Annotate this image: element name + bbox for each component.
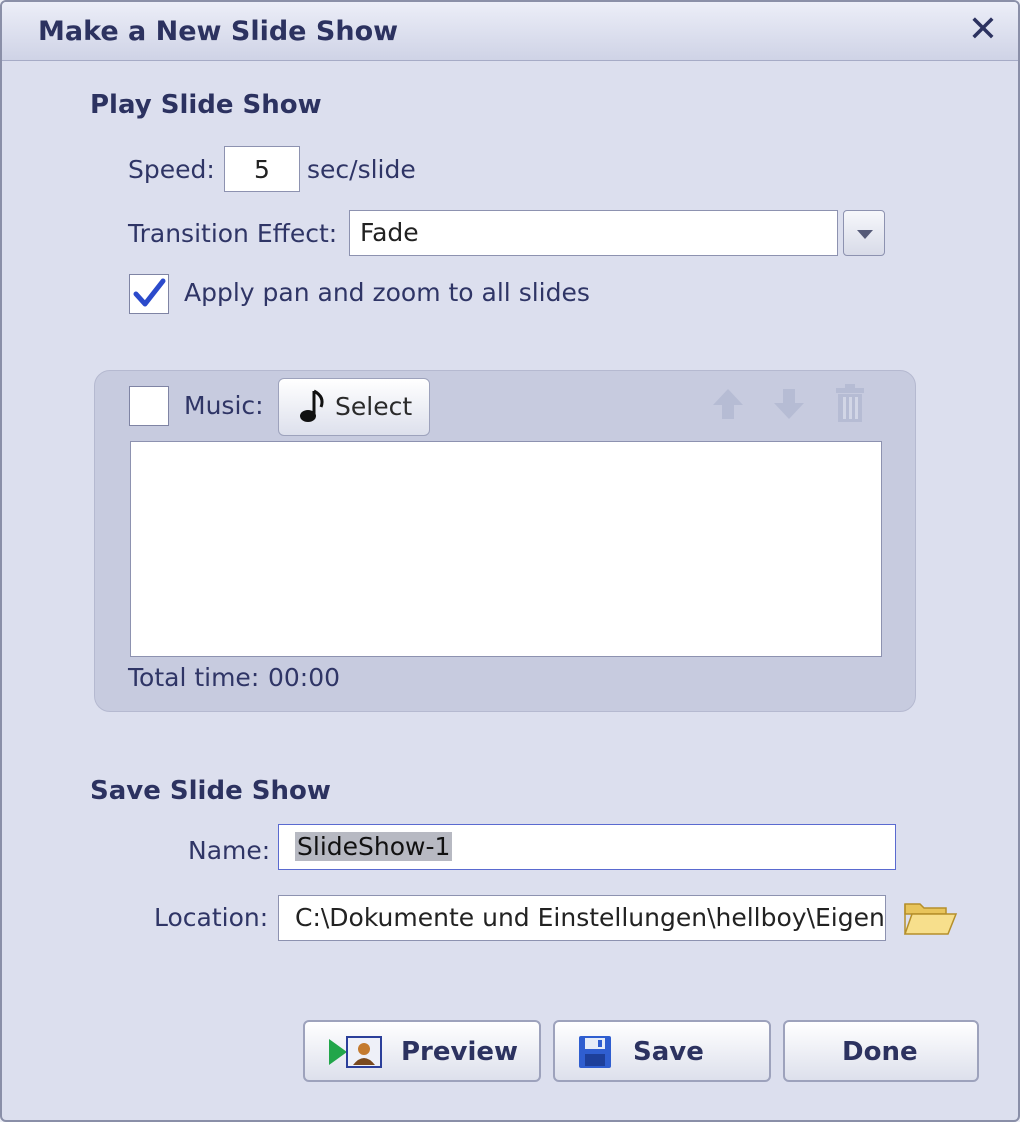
transition-label: Transition Effect:	[128, 219, 338, 248]
floppy-disk-icon	[579, 1036, 611, 1068]
arrow-down-icon[interactable]	[771, 386, 807, 422]
dialog-title: Make a New Slide Show	[38, 16, 399, 47]
speed-unit-label: sec/slide	[307, 155, 416, 184]
music-label: Music:	[184, 391, 264, 420]
close-icon[interactable]: ✕	[968, 10, 998, 50]
panzoom-checkbox[interactable]	[129, 274, 169, 314]
done-button-label: Done	[842, 1037, 918, 1067]
arrow-up-icon[interactable]	[710, 386, 746, 422]
music-list[interactable]	[130, 441, 882, 657]
save-button-label: Save	[633, 1037, 704, 1067]
panzoom-label: Apply pan and zoom to all slides	[184, 278, 590, 307]
preview-icon	[329, 1036, 382, 1068]
total-time-value: 00:00	[268, 663, 341, 692]
select-music-label: Select	[335, 392, 413, 421]
play-section-heading: Play Slide Show	[90, 90, 322, 120]
name-input[interactable]: SlideShow-1	[278, 824, 896, 870]
select-music-button[interactable]: Select	[278, 378, 430, 436]
total-time-label: Total time:	[128, 663, 260, 692]
transition-dropdown-button[interactable]	[843, 210, 885, 256]
preview-button-label: Preview	[401, 1037, 519, 1067]
location-value: C:\Dokumente und Einstellungen\hellboy\E…	[295, 903, 886, 932]
name-label: Name:	[188, 836, 271, 865]
location-input[interactable]: C:\Dokumente und Einstellungen\hellboy\E…	[278, 895, 886, 941]
save-section-heading: Save Slide Show	[90, 776, 331, 806]
transition-select[interactable]: Fade	[349, 210, 838, 256]
done-button[interactable]: Done	[783, 1020, 979, 1082]
music-checkbox[interactable]	[129, 386, 169, 426]
transition-value: Fade	[360, 218, 419, 247]
save-button[interactable]: Save	[553, 1020, 771, 1082]
chevron-down-icon	[857, 230, 873, 239]
title-bar: Make a New Slide Show ✕	[2, 2, 1018, 61]
trash-icon[interactable]	[832, 382, 868, 424]
checkmark-icon	[133, 278, 166, 307]
folder-open-icon[interactable]	[902, 898, 958, 938]
preview-button[interactable]: Preview	[303, 1020, 541, 1082]
speed-input[interactable]	[224, 146, 300, 192]
music-note-icon	[300, 389, 324, 422]
name-value: SlideShow-1	[295, 832, 453, 861]
location-label: Location:	[154, 903, 269, 932]
speed-label: Speed:	[128, 155, 215, 184]
slideshow-dialog: Make a New Slide Show ✕ Play Slide Show …	[0, 0, 1020, 1122]
